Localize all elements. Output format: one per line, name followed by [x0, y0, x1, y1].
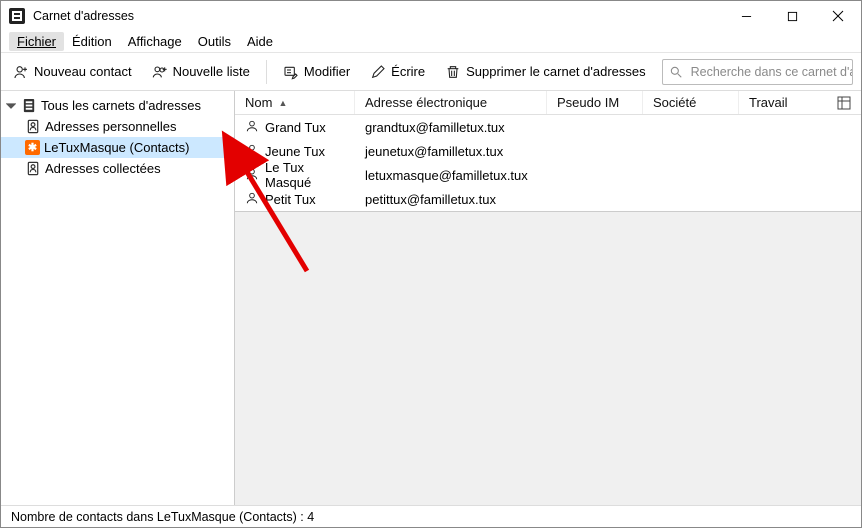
tree-root-label: Tous les carnets d'adresses — [41, 98, 201, 113]
sidebar-item-personal[interactable]: Adresses personnelles — [1, 116, 234, 137]
sidebar-item-label: Adresses collectées — [45, 161, 161, 176]
person-icon — [245, 191, 259, 208]
pencil-icon — [370, 64, 386, 80]
sidebar-item-label: Adresses personnelles — [45, 119, 177, 134]
status-text: Nombre de contacts dans LeTuxMasque (Con… — [11, 510, 314, 524]
column-im[interactable]: Pseudo IM — [547, 91, 643, 114]
person-icon — [245, 143, 259, 160]
status-bar: Nombre de contacts dans LeTuxMasque (Con… — [1, 505, 861, 527]
details-pane — [235, 212, 861, 505]
table-row[interactable]: Grand Tux grandtux@familletux.tux — [235, 115, 861, 139]
column-nom[interactable]: Nom ▲ — [235, 91, 355, 114]
column-travail[interactable]: Travail — [739, 91, 861, 114]
column-societe[interactable]: Société — [643, 91, 739, 114]
cell-nom: Grand Tux — [265, 120, 326, 135]
maximize-button[interactable] — [769, 1, 815, 31]
edit-button[interactable]: Modifier — [279, 61, 354, 83]
write-button[interactable]: Écrire — [366, 61, 429, 83]
cell-email: jeunetux@familletux.tux — [365, 144, 503, 159]
sidebar-item-label: LeTuxMasque (Contacts) — [44, 140, 189, 155]
table-row[interactable]: Le Tux Masqué letuxmasque@familletux.tux — [235, 163, 861, 187]
remote-book-icon: ✱ — [25, 140, 40, 155]
menu-aide[interactable]: Aide — [239, 32, 281, 51]
menu-affichage[interactable]: Affichage — [120, 32, 190, 51]
main-area: Tous les carnets d'adresses Adresses per… — [1, 91, 861, 505]
delete-button[interactable]: Supprimer le carnet d'adresses — [441, 61, 650, 83]
search-input[interactable] — [689, 64, 853, 80]
cell-nom: Jeune Tux — [265, 144, 325, 159]
window-title: Carnet d'adresses — [33, 9, 134, 23]
toolbar-separator — [266, 60, 267, 84]
menu-outils[interactable]: Outils — [190, 32, 239, 51]
person-icon — [245, 167, 259, 184]
titlebar: Carnet d'adresses — [1, 1, 861, 31]
minimize-button[interactable] — [723, 1, 769, 31]
app-icon — [9, 8, 25, 24]
search-box[interactable] — [662, 59, 853, 85]
book-icon — [25, 119, 41, 135]
people-plus-icon — [152, 64, 168, 80]
cell-email: petittux@familletux.tux — [365, 192, 496, 207]
chevron-down-icon — [5, 101, 17, 111]
column-email[interactable]: Adresse électronique — [355, 91, 547, 114]
cell-email: letuxmasque@familletux.tux — [365, 168, 528, 183]
cell-nom: Le Tux Masqué — [265, 160, 345, 190]
content-pane: Nom ▲ Adresse électronique Pseudo IM Soc… — [235, 91, 861, 505]
table-header: Nom ▲ Adresse électronique Pseudo IM Soc… — [235, 91, 861, 115]
person-plus-icon — [13, 64, 29, 80]
new-list-button[interactable]: Nouvelle liste — [148, 61, 254, 83]
close-button[interactable] — [815, 1, 861, 31]
sidebar-item-collected[interactable]: Adresses collectées — [1, 158, 234, 179]
table-row[interactable]: Petit Tux petittux@familletux.tux — [235, 187, 861, 211]
menubar: Fichier Édition Affichage Outils Aide — [1, 31, 861, 53]
new-contact-button[interactable]: Nouveau contact — [9, 61, 136, 83]
book-icon — [25, 161, 41, 177]
menu-edition[interactable]: Édition — [64, 32, 120, 51]
trash-icon — [445, 64, 461, 80]
search-icon — [669, 65, 683, 79]
card-edit-icon — [283, 64, 299, 80]
tree-root[interactable]: Tous les carnets d'adresses — [1, 95, 234, 116]
cell-email: grandtux@familletux.tux — [365, 120, 505, 135]
menu-fichier[interactable]: Fichier — [9, 32, 64, 51]
cell-nom: Petit Tux — [265, 192, 316, 207]
contacts-table: Nom ▲ Adresse électronique Pseudo IM Soc… — [235, 91, 861, 212]
toolbar: Nouveau contact Nouvelle liste Modifier … — [1, 53, 861, 91]
person-icon — [245, 119, 259, 136]
sidebar: Tous les carnets d'adresses Adresses per… — [1, 91, 235, 505]
column-picker-icon[interactable] — [837, 96, 851, 110]
sidebar-item-letuxmasque[interactable]: ✱ LeTuxMasque (Contacts) — [1, 137, 234, 158]
address-book-icon — [21, 98, 37, 114]
sort-asc-icon: ▲ — [278, 98, 287, 108]
